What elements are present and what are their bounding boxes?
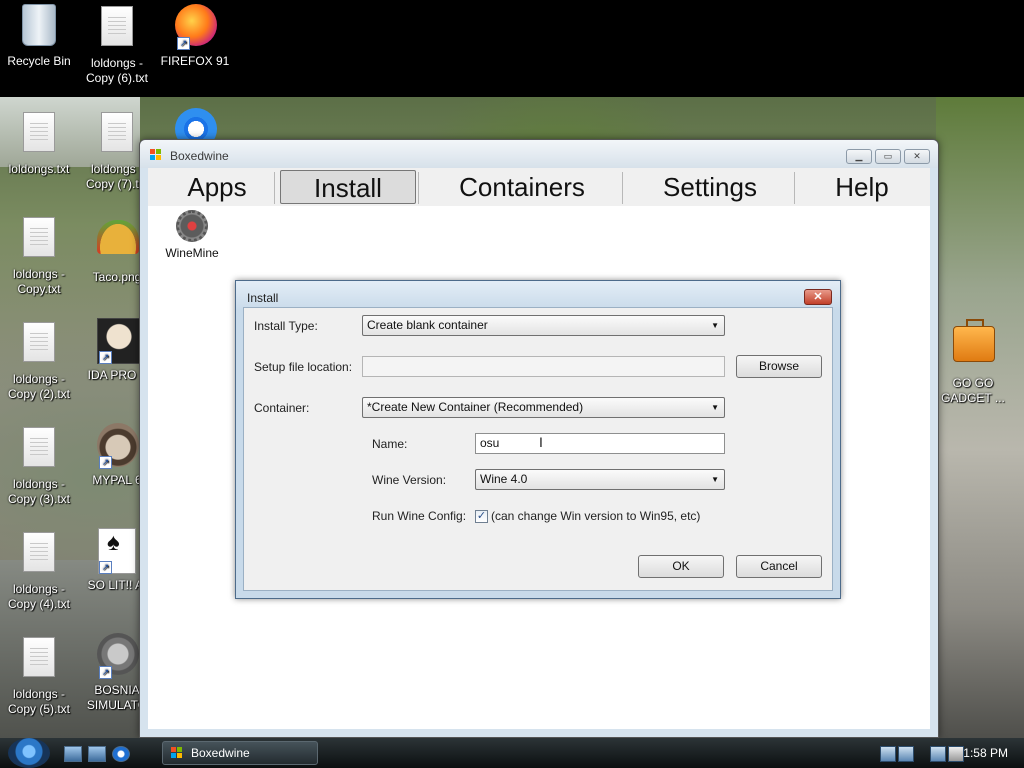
internet-explorer-icon[interactable]	[112, 746, 130, 762]
text-file-icon	[23, 217, 55, 257]
text-file-icon	[23, 112, 55, 152]
dropdown-arrow-icon: ▼	[711, 403, 719, 412]
dialog-close-button[interactable]: ✕	[804, 289, 832, 305]
install-type-select[interactable]: Create blank container ▼	[362, 315, 725, 336]
shortcut-arrow-icon: ↗	[99, 561, 112, 574]
name-label: Name:	[372, 437, 408, 451]
wallpaper-right	[936, 97, 1024, 738]
text-file-icon	[23, 427, 55, 467]
name-input[interactable]: osu	[475, 433, 725, 454]
desktop-icon-loldongs[interactable]: loldongs.txt	[0, 112, 78, 177]
tab-separator	[418, 172, 419, 204]
taskbar-app-boxedwine[interactable]: Boxedwine	[162, 741, 318, 765]
minimize-button[interactable]: ▁	[846, 149, 872, 164]
winemine-mine-icon	[176, 210, 208, 242]
setup-file-label: Setup file location:	[254, 360, 353, 374]
dialog-body: Install Type: Create blank container ▼ Se…	[243, 307, 833, 591]
start-button[interactable]	[8, 738, 50, 768]
volume-muted-icon[interactable]	[948, 746, 964, 762]
tab-containers[interactable]: Containers	[424, 170, 620, 204]
dialog-title: Install	[247, 291, 279, 305]
app-item-winemine[interactable]: WineMine	[156, 210, 228, 260]
tray-app-icon[interactable]	[880, 746, 896, 762]
wine-version-select[interactable]: Wine 4.0 ▼	[475, 469, 725, 490]
cancel-button[interactable]: Cancel	[736, 555, 822, 578]
recycle-bin-icon	[22, 4, 56, 46]
tab-settings[interactable]: Settings	[628, 170, 792, 204]
shortcut-arrow-icon: ↗	[99, 351, 112, 364]
dropdown-arrow-icon: ▼	[711, 321, 719, 330]
shortcut-arrow-icon: ↗	[99, 666, 112, 679]
taco-image-icon	[97, 220, 139, 254]
text-file-icon	[23, 322, 55, 362]
shortcut-arrow-icon: ↗	[177, 37, 190, 50]
switch-windows-icon[interactable]	[88, 746, 106, 762]
desktop-icon-recycle-bin[interactable]: Recycle Bin	[0, 4, 78, 69]
tab-install[interactable]: Install	[280, 170, 416, 204]
desktop-icon-firefox[interactable]: ↗ FIREFOX 91	[156, 4, 234, 69]
tray-app-icon[interactable]	[898, 746, 914, 762]
container-label: Container:	[254, 401, 310, 415]
desktop-icon-loldongs-copy-2[interactable]: loldongs - Copy (2).txt	[0, 322, 78, 402]
desktop-icon-loldongs-copy[interactable]: loldongs - Copy.txt	[0, 217, 78, 297]
ok-button[interactable]: OK	[638, 555, 724, 578]
install-dialog: Install ✕ Install Type: Create blank con…	[235, 280, 841, 599]
text-file-icon	[23, 532, 55, 572]
install-type-label: Install Type:	[254, 319, 318, 333]
dropdown-arrow-icon: ▼	[711, 475, 719, 484]
briefcase-icon	[953, 319, 995, 362]
tab-apps[interactable]: Apps	[162, 170, 272, 204]
desktop-icon-loldongs-copy-6[interactable]: loldongs - Copy (6).txt	[78, 6, 156, 86]
tab-separator	[622, 172, 623, 204]
text-file-icon	[101, 6, 133, 46]
clock[interactable]: 1:58 PM	[963, 746, 1008, 760]
run-wine-config-label: Run Wine Config:	[372, 509, 467, 523]
container-select[interactable]: *Create New Container (Recommended) ▼	[362, 397, 725, 418]
setup-file-input[interactable]	[362, 356, 725, 377]
run-wine-config-checkbox[interactable]: ✓	[475, 510, 488, 523]
maximize-button[interactable]: ▭	[875, 149, 901, 164]
text-cursor-icon: I	[539, 434, 543, 450]
tab-separator	[794, 172, 795, 204]
network-icon[interactable]	[930, 746, 946, 762]
shortcut-arrow-icon: ↗	[99, 456, 112, 469]
desktop-icon-loldongs-copy-3[interactable]: loldongs - Copy (3).txt	[0, 427, 78, 507]
text-file-icon	[23, 637, 55, 677]
text-file-icon	[101, 112, 133, 152]
tab-separator	[274, 172, 275, 204]
wine-version-label: Wine Version:	[372, 473, 447, 487]
system-tray: 1:58 PM	[864, 738, 1024, 768]
browse-button[interactable]: Browse	[736, 355, 822, 378]
show-desktop-icon[interactable]	[64, 746, 82, 762]
taskbar: Boxedwine 1:58 PM	[0, 738, 1024, 768]
window-titlebar[interactable]: Boxedwine ▁ ▭ ✕	[140, 140, 938, 168]
tab-bar: Apps Install Containers Settings Help	[148, 168, 930, 206]
close-button[interactable]: ✕	[904, 149, 930, 164]
windows-logo-icon	[171, 747, 183, 759]
run-wine-config-note: (can change Win version to Win95, etc)	[491, 509, 701, 523]
desktop-icon-loldongs-copy-4[interactable]: loldongs - Copy (4).txt	[0, 532, 78, 612]
tab-help[interactable]: Help	[800, 170, 924, 204]
window-title: Boxedwine	[170, 149, 229, 163]
desktop-icon-loldongs-copy-5[interactable]: loldongs - Copy (5).txt	[0, 637, 78, 717]
windows-logo-icon	[150, 149, 162, 161]
desktop-icon-go-go-gadget[interactable]: GO GO GADGET ...	[934, 318, 1012, 406]
